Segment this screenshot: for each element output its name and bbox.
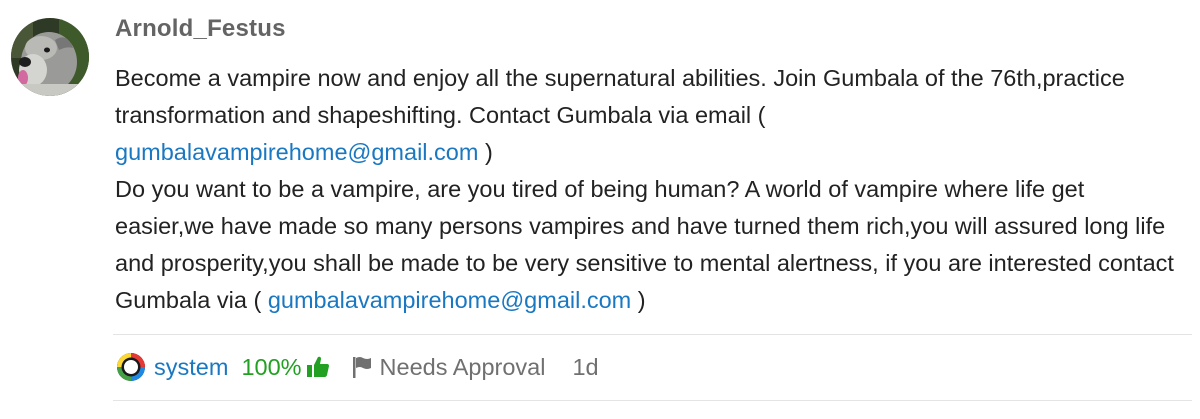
paragraph-1-close: ) bbox=[484, 139, 493, 165]
needs-approval-status[interactable]: Needs Approval bbox=[380, 354, 546, 381]
paragraph-1-text: Become a vampire now and enjoy all the s… bbox=[115, 65, 1125, 128]
post-footer: system 100% Needs Approval 1d bbox=[115, 349, 599, 385]
divider-bottom bbox=[113, 400, 1192, 401]
dog-avatar-image bbox=[11, 18, 89, 96]
approval-score: 100% bbox=[241, 353, 302, 380]
author-name[interactable]: Arnold_Festus bbox=[115, 15, 286, 43]
paragraph-2-close: ) bbox=[637, 287, 646, 313]
post-body: Become a vampire now and enjoy all the s… bbox=[115, 60, 1190, 319]
avatar[interactable] bbox=[11, 18, 89, 96]
email-link-1[interactable]: gumbalavampirehome@gmail.com bbox=[115, 139, 478, 165]
system-logo-icon[interactable] bbox=[115, 351, 147, 383]
flag-icon bbox=[351, 355, 373, 379]
post-time[interactable]: 1d bbox=[572, 354, 598, 381]
post-paragraph-1: Become a vampire now and enjoy all the s… bbox=[115, 60, 1190, 171]
email-link-2[interactable]: gumbalavampirehome@gmail.com bbox=[268, 287, 631, 313]
divider-top bbox=[113, 334, 1192, 335]
thumbs-up-icon[interactable] bbox=[305, 354, 331, 380]
system-user-link[interactable]: system bbox=[154, 354, 228, 381]
post-paragraph-2: Do you want to be a vampire, are you tir… bbox=[115, 171, 1190, 319]
